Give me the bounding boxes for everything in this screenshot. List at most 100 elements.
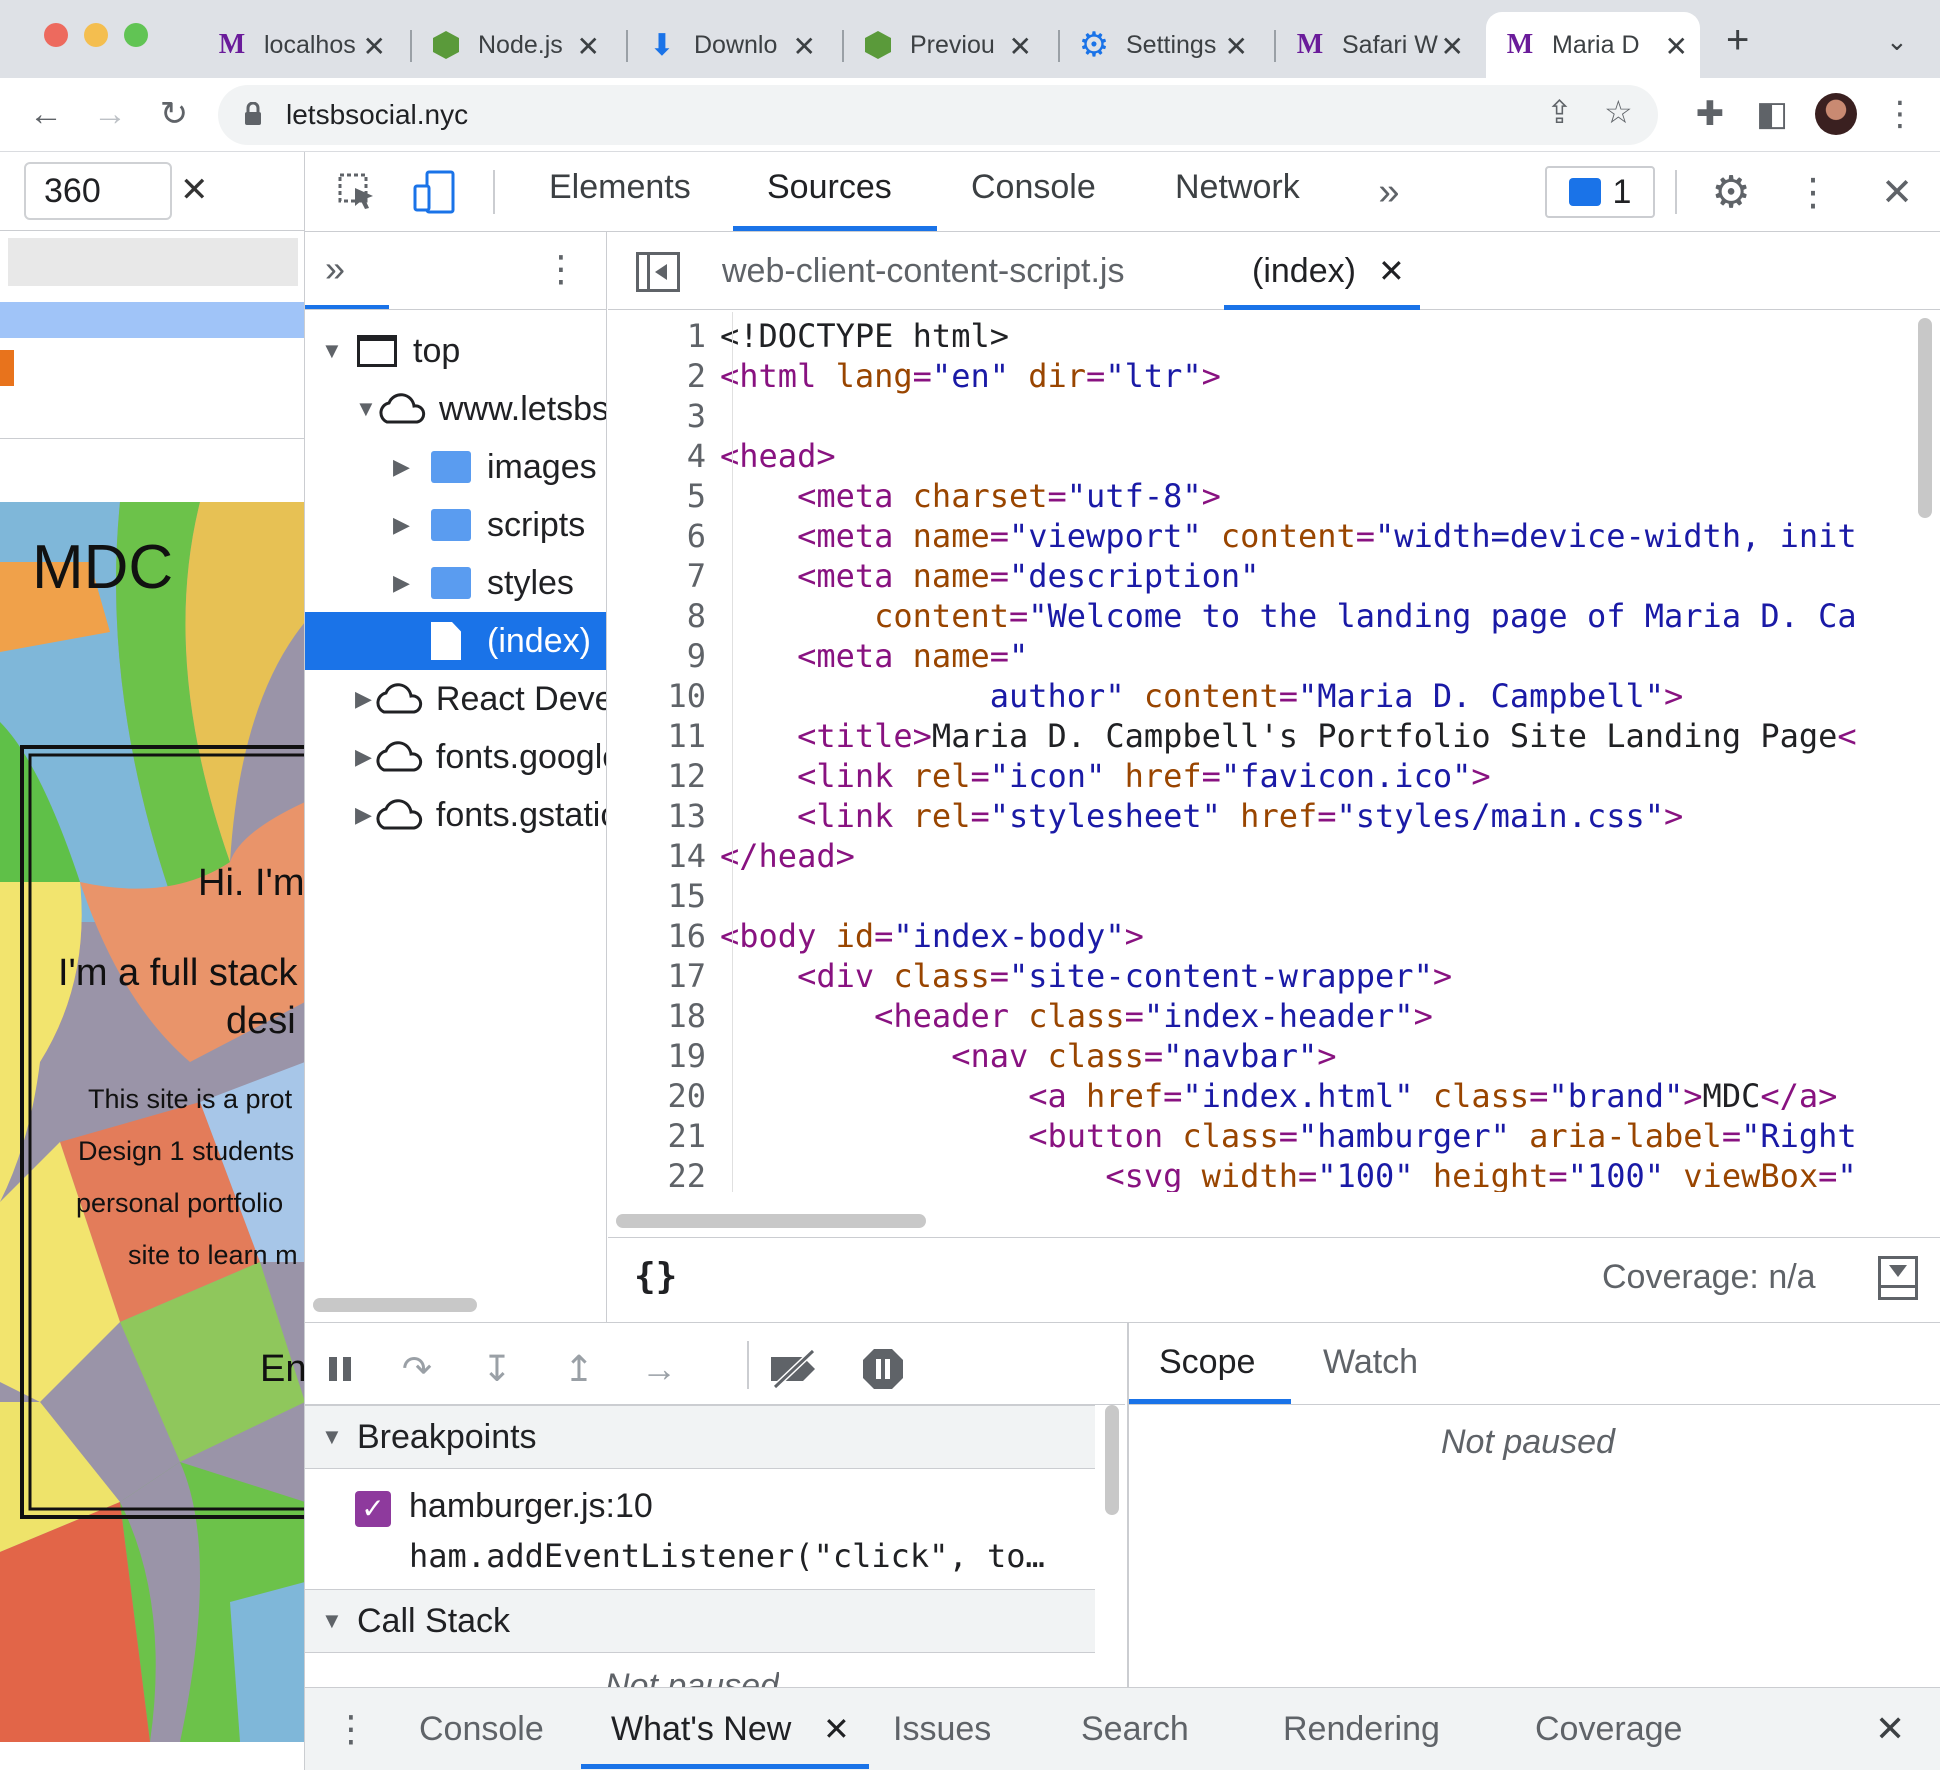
code-view[interactable]: 1 <!DOCTYPE html> 2 <html lang="en" dir="l… — [608, 312, 1918, 1192]
tab-scope[interactable]: Scope — [1159, 1343, 1255, 1382]
device-toolbar-icon[interactable] — [409, 166, 461, 218]
close-icon[interactable]: ✕ — [180, 170, 209, 210]
step-into-icon[interactable]: ↧ — [471, 1343, 523, 1395]
close-tab-icon[interactable]: ✕ — [1665, 30, 1688, 63]
browser-tab-3[interactable]: ⬇ Downlo ✕ — [628, 12, 828, 78]
site-brand[interactable]: MDC — [32, 532, 173, 603]
editor-tab-content-script[interactable]: web-client-content-script.js — [722, 252, 1124, 291]
step-over-icon[interactable]: ↷ — [391, 1343, 443, 1395]
editor-horizontal-scrollbar[interactable] — [616, 1214, 926, 1228]
scope-tab-bar: Scope Watch — [1129, 1323, 1940, 1405]
download-icon: ⬇ — [649, 28, 675, 62]
expanded-triangle-icon: ▼ — [321, 338, 343, 363]
gmail-m-icon: M — [1296, 29, 1324, 60]
reload-icon[interactable]: ↻ — [150, 90, 198, 138]
tree-item-domain[interactable]: ▼ www.letsbsocial.nyc — [305, 380, 606, 438]
pause-on-exceptions-icon[interactable] — [857, 1343, 909, 1395]
breakpoint-location[interactable]: hamburger.js:10 — [409, 1487, 653, 1526]
tab-network[interactable]: Network — [1175, 168, 1300, 207]
close-tab-icon[interactable]: ✕ — [793, 30, 816, 63]
browser-tab-6[interactable]: M Safari W ✕ — [1276, 12, 1476, 78]
close-drawer-icon[interactable]: ✕ — [1875, 1708, 1905, 1750]
close-tab-icon[interactable]: ✕ — [577, 30, 600, 63]
tree-item-top[interactable]: ▼ top — [305, 322, 606, 380]
close-tab-icon[interactable]: ✕ — [1441, 30, 1464, 63]
callstack-section-header[interactable]: ▼ Call Stack — [305, 1589, 1095, 1653]
folder-icon — [431, 567, 471, 599]
address-bar[interactable]: letsbsocial.nyc ⇪ ☆ — [218, 85, 1658, 145]
drawer-menu-icon[interactable]: ⋮ — [333, 1708, 369, 1750]
browser-menu-icon[interactable]: ⋮ — [1876, 90, 1924, 138]
debugger-scrollbar[interactable] — [1105, 1405, 1119, 1515]
drawer-tab-issues[interactable]: Issues — [893, 1710, 991, 1749]
close-drawer-tab-icon[interactable]: ✕ — [823, 1710, 850, 1748]
editor-vertical-scrollbar[interactable] — [1918, 318, 1932, 518]
new-tab-button[interactable]: + — [1726, 18, 1749, 63]
tree-item-fonts-gstatic[interactable]: ▶ fonts.gstatic.com — [305, 786, 606, 844]
browser-tab-7-active[interactable]: M Maria D ✕ — [1486, 12, 1700, 78]
gmail-m-icon: M — [1506, 29, 1534, 60]
tree-item-fonts-googleapis[interactable]: ▶ fonts.googleapis.com — [305, 728, 606, 786]
drawer-tab-coverage[interactable]: Coverage — [1535, 1710, 1682, 1749]
tab-console[interactable]: Console — [971, 168, 1096, 207]
forward-arrow-icon[interactable]: → — [86, 90, 134, 138]
back-arrow-icon[interactable]: ← — [22, 90, 70, 138]
debugger-pane: ↷ ↧ ↥ → ▼ Breakpoints ✓ hamburger.js:10 … — [305, 1322, 1940, 1688]
browser-tab-5[interactable]: ⚙ Settings ✕ — [1060, 12, 1260, 78]
tab-sources[interactable]: Sources — [767, 168, 892, 207]
media-query-bar-orange[interactable] — [0, 350, 14, 386]
devtools-menu-icon[interactable]: ⋮ — [1787, 166, 1839, 218]
navigator-scrollbar[interactable] — [313, 1298, 477, 1312]
step-out-icon[interactable]: ↥ — [553, 1343, 605, 1395]
hero-cta[interactable]: En — [260, 1348, 304, 1391]
drawer-tab-whats-new[interactable]: What's New — [611, 1710, 791, 1749]
browser-tab-2[interactable]: Node.js ✕ — [412, 12, 612, 78]
coverage-status: Coverage: n/a — [1602, 1258, 1816, 1296]
close-editor-tab-icon[interactable]: ✕ — [1378, 252, 1405, 290]
tree-item-react-devtools[interactable]: ▶ React Developer Tools — [305, 670, 606, 728]
close-tab-icon[interactable]: ✕ — [363, 30, 386, 63]
drawer-tab-rendering[interactable]: Rendering — [1283, 1710, 1440, 1749]
issues-counter-button[interactable]: 1 — [1545, 166, 1655, 218]
pause-icon[interactable] — [315, 1343, 367, 1395]
pretty-print-icon[interactable]: {} — [634, 1256, 677, 1297]
media-query-bar[interactable] — [8, 238, 298, 286]
close-tab-icon[interactable]: ✕ — [1009, 30, 1032, 63]
browser-tab-1[interactable]: M localhos ✕ — [198, 12, 398, 78]
step-icon[interactable]: → — [633, 1343, 685, 1395]
tab-watch[interactable]: Watch — [1323, 1343, 1418, 1382]
close-window-button[interactable] — [44, 23, 68, 47]
drawer-tab-search[interactable]: Search — [1081, 1710, 1189, 1749]
hero-body-2: Design 1 students — [78, 1136, 295, 1166]
tree-item-index[interactable]: (index) — [305, 612, 606, 670]
breakpoint-checkbox[interactable]: ✓ — [355, 1491, 391, 1527]
share-icon[interactable]: ⇪ — [1546, 93, 1573, 131]
media-query-bar-blue[interactable] — [0, 302, 304, 338]
browser-tab-4[interactable]: Previou ✕ — [844, 12, 1044, 78]
tab-search-chevron-icon[interactable]: ⌄ — [1886, 26, 1908, 57]
close-devtools-icon[interactable]: ✕ — [1871, 166, 1923, 218]
tab-elements[interactable]: Elements — [549, 168, 691, 207]
more-navigator-tabs-icon[interactable]: » — [325, 248, 345, 290]
tree-item-styles[interactable]: ▶ styles — [305, 554, 606, 612]
inspect-element-icon[interactable] — [331, 166, 383, 218]
breakpoints-section-header[interactable]: ▼ Breakpoints — [305, 1405, 1095, 1469]
drawer-tab-console[interactable]: Console — [419, 1710, 544, 1749]
device-width-input[interactable]: 360 — [24, 162, 172, 220]
tree-item-scripts[interactable]: ▶ scripts — [305, 496, 606, 554]
settings-gear-icon[interactable]: ⚙ — [1705, 166, 1757, 218]
avatar[interactable] — [1812, 90, 1860, 138]
close-tab-icon[interactable]: ✕ — [1225, 30, 1248, 63]
side-panel-icon[interactable]: ◧ — [1748, 90, 1796, 138]
extensions-puzzle-icon[interactable]: ✚ — [1686, 90, 1734, 138]
editor-tab-index[interactable]: (index) — [1252, 252, 1356, 291]
zoom-window-button[interactable] — [124, 23, 148, 47]
toggle-debugger-sidebar-icon[interactable] — [1878, 1256, 1918, 1300]
more-tabs-chevron-icon[interactable]: » — [1363, 166, 1415, 218]
toggle-navigator-icon[interactable] — [636, 252, 680, 292]
deactivate-breakpoints-icon[interactable] — [769, 1343, 821, 1395]
minimize-window-button[interactable] — [84, 23, 108, 47]
tree-item-images[interactable]: ▶ images — [305, 438, 606, 496]
navigator-menu-icon[interactable]: ⋮ — [543, 248, 579, 290]
bookmark-star-icon[interactable]: ☆ — [1604, 93, 1633, 131]
